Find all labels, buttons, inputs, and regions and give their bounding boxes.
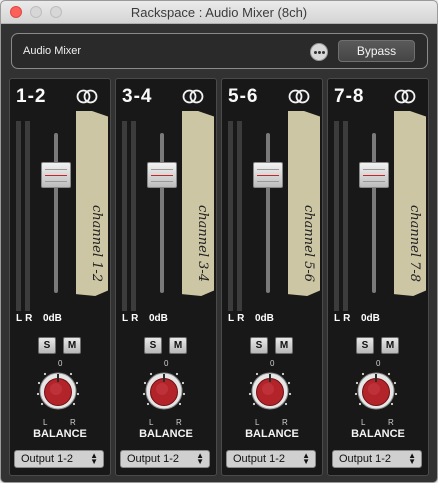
mute-button[interactable]: M [169,337,187,354]
channel-label: 7-8 [334,86,365,107]
balance-label: BALANCE [33,428,87,440]
channel-strip: 3-4 channel 3-4 LR 0dB S M 0 L R BALANCE… [115,78,217,476]
stereo-link-icon[interactable] [394,89,416,104]
output-select-value: Output 1-2 [339,453,391,465]
level-meter-left [16,121,21,311]
mute-button[interactable]: M [63,337,81,354]
channel-name-tape[interactable]: channel 7-8 [394,111,426,296]
fader-handle[interactable] [147,162,177,189]
fader-handle[interactable] [359,162,389,189]
channel-name-tape[interactable]: channel 5-6 [288,111,320,296]
fader-handle[interactable] [253,162,283,189]
level-meter-right [237,121,242,311]
fader-track [54,133,58,293]
balance-label: BALANCE [351,428,405,440]
bypass-button[interactable]: Bypass [338,40,415,62]
more-icon[interactable] [310,43,328,61]
balance-knob[interactable] [138,364,190,416]
meter-lr-label: LR [334,313,354,324]
balance-right-label: R [70,418,76,427]
channel-name-text: channel 3-4 [195,205,210,283]
mute-button[interactable]: M [275,337,293,354]
fader-handle[interactable] [41,162,71,189]
level-meter-right [343,121,348,311]
output-select[interactable]: Output 1-2 ▲ ▼ [14,450,104,468]
meter-lr-label: LR [228,313,248,324]
channel-strip: 5-6 channel 5-6 LR 0dB S M 0 L R BALANCE… [221,78,323,476]
solo-button[interactable]: S [144,337,162,354]
title-bar[interactable]: Rackspace : Audio Mixer (8ch) [1,1,437,24]
balance-label: BALANCE [245,428,299,440]
balance-left-label: L [255,418,260,427]
level-readout: 0dB [255,313,274,324]
balance-knob[interactable] [244,364,296,416]
output-select[interactable]: Output 1-2 ▲ ▼ [226,450,316,468]
output-select[interactable]: Output 1-2 ▲ ▼ [120,450,210,468]
fader-track [266,133,270,293]
output-select-value: Output 1-2 [21,453,73,465]
plugin-window: Rackspace : Audio Mixer (8ch) Audio Mixe… [0,0,438,483]
output-select-value: Output 1-2 [233,453,285,465]
balance-knob[interactable] [32,364,84,416]
level-meter-left [122,121,127,311]
updown-chevron-icon: ▲ ▼ [408,451,416,466]
channel-label: 5-6 [228,86,259,107]
balance-knob[interactable] [350,364,402,416]
level-meter-left [334,121,339,311]
volume-fader[interactable] [145,121,179,311]
channel-name-text: channel 7-8 [407,205,422,283]
solo-button[interactable]: S [250,337,268,354]
balance-right-label: R [176,418,182,427]
channel-strip: 7-8 channel 7-8 LR 0dB S M 0 L R BALANCE… [327,78,429,476]
channel-label: 1-2 [16,86,47,107]
balance-left-label: L [43,418,48,427]
level-meter-left [228,121,233,311]
stereo-link-icon[interactable] [182,89,204,104]
updown-chevron-icon: ▲ ▼ [196,451,204,466]
window-title: Rackspace : Audio Mixer (8ch) [130,5,308,20]
channel-strip: 1-2 channel 1-2 LR 0dB S M 0 L R BALANCE… [9,78,111,476]
balance-right-label: R [388,418,394,427]
channel-name-tape[interactable]: channel 3-4 [182,111,214,296]
level-meter-right [131,121,136,311]
volume-fader[interactable] [357,121,391,311]
output-select-value: Output 1-2 [127,453,179,465]
balance-left-label: L [361,418,366,427]
stereo-link-icon[interactable] [288,89,310,104]
level-readout: 0dB [361,313,380,324]
volume-fader[interactable] [39,121,73,311]
plugin-header: Audio Mixer Bypass [11,33,428,69]
fader-track [372,133,376,293]
fader-track [160,133,164,293]
solo-button[interactable]: S [38,337,56,354]
volume-fader[interactable] [251,121,285,311]
meter-lr-label: LR [122,313,142,324]
solo-button[interactable]: S [356,337,374,354]
updown-chevron-icon: ▲ ▼ [90,451,98,466]
level-readout: 0dB [43,313,62,324]
balance-left-label: L [149,418,154,427]
channel-name-text: channel 5-6 [301,205,316,283]
balance-right-label: R [282,418,288,427]
balance-label: BALANCE [139,428,193,440]
stereo-link-icon[interactable] [76,89,98,104]
output-select[interactable]: Output 1-2 ▲ ▼ [332,450,422,468]
channel-name-tape[interactable]: channel 1-2 [76,111,108,296]
level-meter-right [25,121,30,311]
updown-chevron-icon: ▲ ▼ [302,451,310,466]
plugin-name: Audio Mixer [23,45,82,57]
channel-label: 3-4 [122,86,153,107]
level-readout: 0dB [149,313,168,324]
mute-button[interactable]: M [381,337,399,354]
meter-lr-label: LR [16,313,36,324]
channel-name-text: channel 1-2 [89,205,104,283]
